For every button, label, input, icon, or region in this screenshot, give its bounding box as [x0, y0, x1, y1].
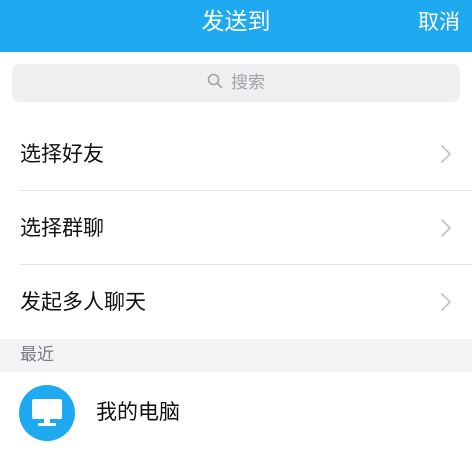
select-friend-item[interactable]: 选择好友: [0, 117, 472, 191]
start-group-chat-item[interactable]: 发起多人聊天: [0, 265, 472, 339]
search-icon: [207, 73, 223, 89]
select-friend-label: 选择好友: [20, 142, 104, 166]
select-group-item[interactable]: 选择群聊: [0, 191, 472, 265]
recent-section-header: 最近: [0, 339, 472, 372]
page-title: 发送到: [201, 9, 271, 35]
start-group-chat-label: 发起多人聊天: [20, 290, 146, 314]
cancel-button[interactable]: 取消: [418, 0, 460, 46]
top-bar: 发送到 取消: [0, 0, 472, 52]
search-bar-container: 搜索: [0, 52, 472, 117]
search-input[interactable]: 搜索: [12, 64, 460, 102]
chevron-right-icon: [441, 293, 451, 311]
select-group-label: 选择群聊: [20, 216, 104, 240]
search-placeholder: 搜索: [231, 73, 265, 93]
recent-section-label: 最近: [20, 345, 54, 365]
chevron-right-icon: [441, 219, 451, 237]
recent-item-my-computer[interactable]: 我的电脑: [0, 372, 472, 445]
chevron-right-icon: [441, 145, 451, 163]
computer-monitor-icon: [32, 399, 62, 426]
recent-item-label: 我的电脑: [96, 400, 180, 424]
avatar: [19, 385, 75, 441]
